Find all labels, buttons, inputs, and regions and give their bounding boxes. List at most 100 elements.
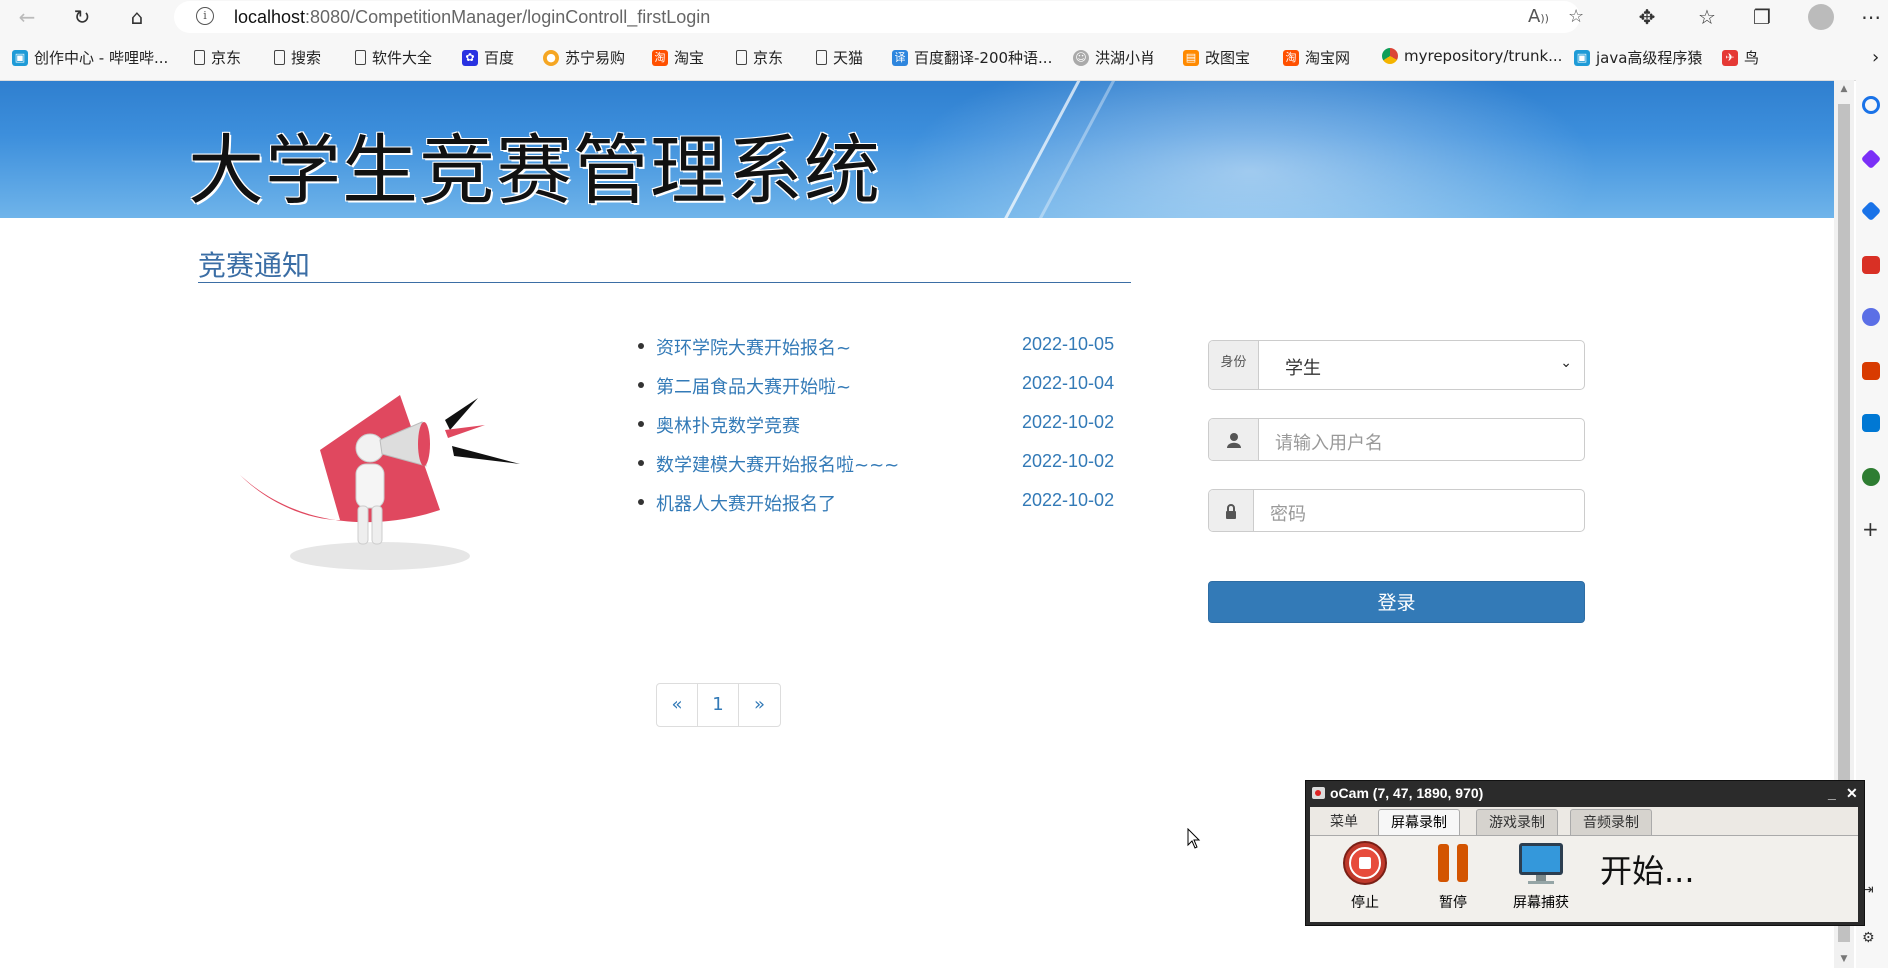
bookmark-item[interactable]: 京东	[194, 47, 241, 68]
list-item: 机器人大赛开始报名了 2022-10-02	[638, 484, 1118, 523]
mouse-cursor-icon	[1187, 828, 1201, 849]
back-arrow-icon[interactable]: ←	[12, 2, 42, 32]
news-title-link[interactable]: 数学建模大赛开始报名啦~~~	[656, 451, 899, 477]
more-menu-icon[interactable]: ⋯	[1856, 2, 1886, 32]
bookmark-item[interactable]: 淘淘宝网	[1283, 47, 1350, 68]
stop-icon	[1343, 841, 1387, 885]
pagination: « 1 »	[656, 683, 781, 727]
page-icon	[194, 50, 205, 65]
bookmark-item[interactable]: 译百度翻译-200种语...	[892, 47, 1052, 68]
ocam-window: oCam (7, 47, 1890, 970) _ ✕ 菜单 屏幕录制 游戏录制…	[1305, 780, 1865, 926]
close-icon[interactable]: ✕	[1846, 781, 1858, 805]
search-icon[interactable]	[1862, 96, 1880, 114]
bookmark-item[interactable]: ▣ java高级程序猿	[1574, 47, 1702, 68]
shopping-icon[interactable]	[1860, 200, 1882, 222]
bookmark-item[interactable]: 京东	[736, 47, 783, 68]
news-date: 2022-10-05	[1022, 334, 1115, 354]
bilibili-icon: ▣	[12, 49, 28, 66]
minimize-icon[interactable]: _	[1828, 781, 1836, 805]
scroll-down-arrow-icon[interactable]: ▼	[1834, 954, 1854, 964]
username-placeholder[interactable]: 请输入用户名	[1275, 429, 1383, 455]
list-item: 第二届食品大赛开始啦~ 2022-10-04	[638, 367, 1118, 406]
pagination-next-button[interactable]: »	[739, 684, 780, 726]
bookmark-item[interactable]: ☺ 洪湖小肖	[1073, 47, 1155, 68]
news-date: 2022-10-02	[1022, 451, 1115, 471]
add-icon[interactable]: +	[1862, 519, 1880, 539]
news-title-link[interactable]: 机器人大赛开始报名了	[656, 490, 836, 516]
read-aloud-icon[interactable]: A))	[1528, 6, 1549, 27]
site-info-icon[interactable]: i	[196, 7, 214, 25]
profile-avatar[interactable]	[1806, 2, 1836, 32]
pause-icon	[1438, 844, 1468, 882]
bookmark-item[interactable]: 软件大全	[355, 47, 432, 68]
reload-icon[interactable]: ↻	[67, 2, 97, 32]
screen-capture-button[interactable]: 屏幕捕获	[1511, 840, 1571, 912]
bookmark-label: myrepository/trunk...	[1404, 47, 1563, 65]
bird-icon: ✈	[1722, 49, 1738, 66]
role-label: 身份	[1209, 341, 1259, 389]
bullet-icon	[638, 421, 644, 427]
home-icon[interactable]: ⌂	[122, 2, 152, 32]
bookmark-label: 天猫	[833, 49, 864, 67]
extensions-icon[interactable]: ✥	[1632, 2, 1662, 32]
login-button[interactable]: 登录	[1208, 581, 1585, 623]
ocam-tab-audio-record[interactable]: 音频录制	[1570, 809, 1652, 835]
username-field[interactable]: 请输入用户名	[1208, 418, 1585, 461]
news-title-link[interactable]: 奥林扑克数学竞赛	[656, 412, 800, 438]
news-title-link[interactable]: 第二届食品大赛开始啦~	[656, 373, 851, 399]
baidu-translate-icon: 译	[892, 49, 908, 66]
ocam-tab-menu[interactable]: 菜单	[1318, 809, 1370, 835]
bullet-icon	[638, 343, 644, 349]
bookmark-item[interactable]: ✿ 百度	[462, 47, 514, 68]
ocam-toolbar-panel: 停止 暂停 屏幕捕获 开始...	[1310, 835, 1858, 922]
ocam-tab-game-record[interactable]: 游戏录制	[1476, 809, 1558, 835]
add-favorite-icon[interactable]: ☆	[1568, 6, 1584, 27]
games-icon[interactable]	[1862, 308, 1880, 326]
pause-button[interactable]: 暂停	[1423, 840, 1483, 912]
bookmark-item[interactable]: 天猫	[816, 47, 863, 68]
settings-icon[interactable]: ⚙	[1862, 930, 1880, 948]
password-field[interactable]: 密码	[1208, 489, 1585, 532]
notice-divider	[198, 282, 1131, 283]
more-bookmarks-chevron-icon[interactable]: ›	[1872, 47, 1879, 68]
url-text[interactable]: localhost:8080/CompetitionManager/loginC…	[234, 7, 710, 28]
bookmark-item[interactable]: ● 苏宁易购	[543, 47, 625, 68]
address-bar[interactable]: i localhost:8080/CompetitionManager/logi…	[174, 1, 1584, 33]
news-title-link[interactable]: 资环学院大赛开始报名~	[656, 334, 851, 360]
role-selected-value[interactable]: 学生	[1285, 354, 1321, 380]
bookmark-item[interactable]: ▣ 创作中心 - 哔哩哔...	[12, 47, 168, 68]
bookmark-item[interactable]: 搜索	[274, 47, 321, 68]
bullet-icon	[638, 382, 644, 388]
news-date: 2022-10-02	[1022, 412, 1115, 432]
office-icon[interactable]	[1862, 362, 1880, 380]
copilot-icon[interactable]	[1860, 148, 1882, 170]
chrome-icon	[1382, 48, 1398, 64]
password-placeholder[interactable]: 密码	[1270, 500, 1306, 526]
bilibili-icon: ▣	[1574, 49, 1590, 66]
bookmark-item[interactable]: ✈ 鸟	[1722, 47, 1759, 68]
pagination-page-button[interactable]: 1	[698, 684, 739, 726]
bookmark-item[interactable]: ▤ 改图宝	[1183, 47, 1250, 68]
bookmark-label: 京东	[753, 49, 784, 67]
bookmark-item[interactable]: 淘淘宝	[652, 47, 704, 68]
tools-icon[interactable]	[1862, 256, 1880, 274]
outlook-icon[interactable]	[1862, 414, 1880, 432]
chevron-down-icon[interactable]: ⌄	[1560, 355, 1572, 371]
ocam-tab-screen-record[interactable]: 屏幕录制	[1378, 809, 1460, 835]
role-select[interactable]: 身份 学生 ⌄	[1208, 340, 1585, 390]
collections-icon[interactable]: ❐	[1747, 2, 1777, 32]
pagination-prev-button[interactable]: «	[657, 684, 698, 726]
screen-capture-label: 屏幕捕获	[1513, 895, 1569, 911]
scroll-up-arrow-icon[interactable]: ▲	[1834, 84, 1854, 94]
favorites-icon[interactable]: ☆	[1692, 2, 1722, 32]
ocam-titlebar[interactable]: oCam (7, 47, 1890, 970) _ ✕	[1306, 781, 1864, 805]
bookmark-label: 搜索	[291, 49, 322, 67]
bookmark-item[interactable]: myrepository/trunk...	[1382, 47, 1562, 65]
bookmark-label: 京东	[211, 49, 242, 67]
news-list: 资环学院大赛开始报名~ 2022-10-05 第二届食品大赛开始啦~ 2022-…	[638, 328, 1118, 523]
stop-button[interactable]: 停止	[1335, 840, 1395, 912]
site-banner: 大学生竞赛管理系统	[0, 81, 1834, 218]
page-icon	[355, 50, 366, 65]
bookmark-label: 洪湖小肖	[1095, 49, 1156, 67]
drop-icon[interactable]	[1862, 468, 1880, 486]
